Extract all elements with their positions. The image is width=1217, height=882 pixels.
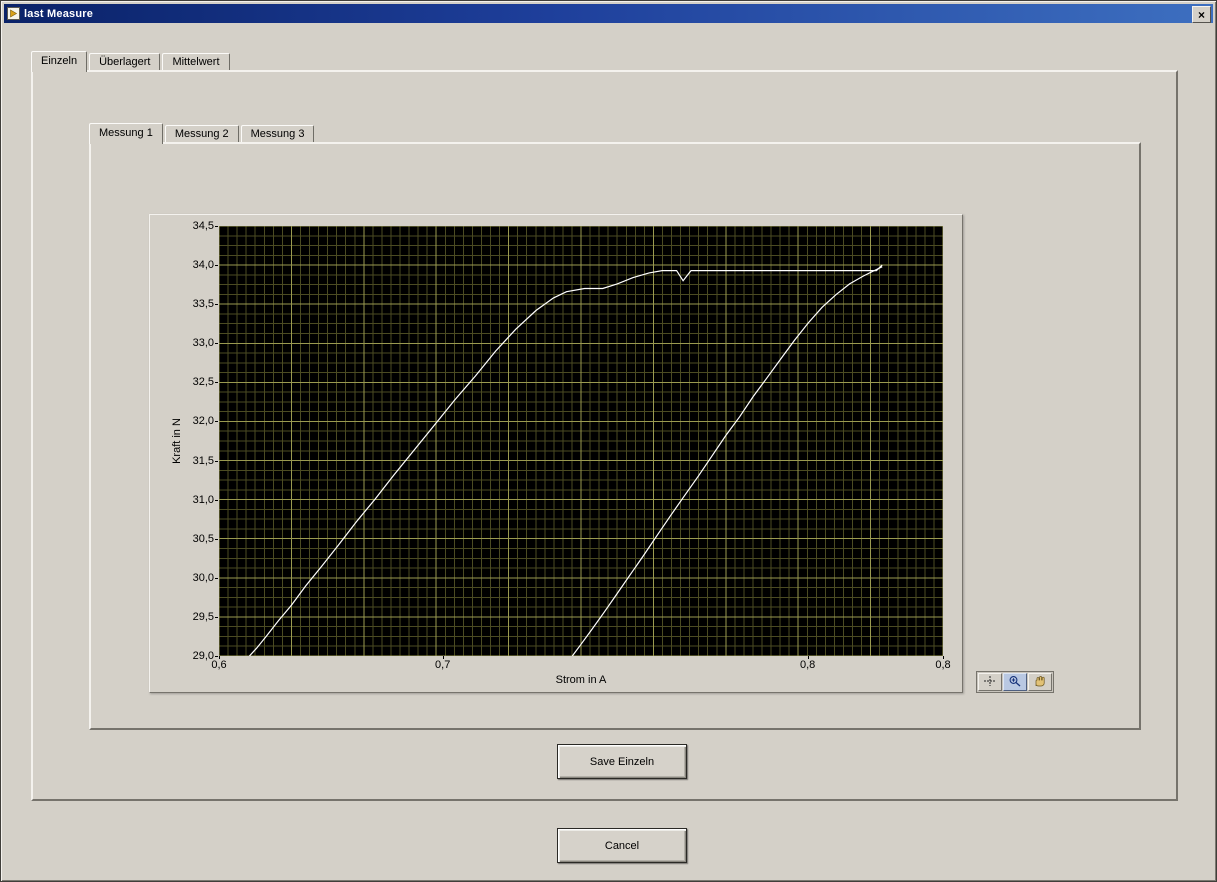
y-tick-label: 33,5 (192, 298, 214, 311)
x-tick-label: 0,8 (799, 659, 816, 671)
close-icon: × (1197, 7, 1205, 22)
y-tick-mark (215, 577, 218, 579)
cancel-button[interactable]: Cancel (557, 828, 687, 863)
cursor-tool-button[interactable] (978, 673, 1002, 691)
y-tick-label: 31,0 (192, 493, 214, 506)
x-tick-mark (807, 656, 809, 659)
y-tick-label: 30,5 (192, 532, 214, 545)
x-tick-mark (442, 656, 444, 659)
x-tick-label: 0,7 (435, 659, 451, 671)
y-tick-mark (215, 499, 218, 501)
inner-tab-strip: Messung 1 Messung 2 Messung 3 (89, 123, 316, 144)
y-tick-label: 31,5 (192, 454, 214, 467)
y-tick-mark (215, 538, 218, 540)
y-tick-mark (215, 616, 218, 618)
tab-überlagert[interactable]: Überlagert (89, 53, 161, 70)
zoom-tool-button[interactable] (1003, 673, 1027, 691)
y-tick-label: 32,5 (192, 376, 214, 389)
y-tick-label: 34,0 (192, 259, 214, 272)
close-button[interactable]: × (1192, 6, 1211, 23)
tab-einzeln[interactable]: Einzeln (31, 51, 88, 72)
window-title: last Measure (24, 7, 94, 20)
x-tick-label: 0,8 (935, 659, 951, 671)
cancel-button-label: Cancel (604, 839, 640, 852)
pan-tool-button[interactable] (1028, 673, 1052, 691)
tab-messung-3[interactable]: Messung 3 (240, 125, 315, 142)
save-button-label: Save Einzeln (589, 755, 655, 768)
cursor-tool-icon (982, 675, 998, 690)
window: last Measure × Einzeln Überlagert Mittelwe… (0, 0, 1217, 882)
plot-area[interactable] (219, 226, 943, 656)
y-tick-mark (215, 421, 218, 423)
y-tick-label: 32,0 (192, 415, 214, 428)
y-tick-mark (215, 656, 218, 657)
y-tick-label: 29,5 (192, 610, 214, 623)
x-tick-label: 0,6 (211, 659, 227, 671)
tab-mittelwert[interactable]: Mittelwert (162, 53, 230, 70)
y-tick-mark (215, 304, 218, 306)
y-tick-mark (215, 226, 218, 227)
y-tick-mark (215, 460, 218, 462)
app-icon (7, 7, 20, 20)
graph-palette (976, 671, 1054, 693)
xy-graph: Kraft in N Strom in A 34,5 34,0 33,5 33,0 32… (149, 214, 963, 693)
titlebar[interactable]: last Measure × (4, 4, 1213, 23)
y-tick-mark (215, 382, 218, 384)
x-tick-mark (219, 656, 220, 659)
save-button[interactable]: Save Einzeln (557, 744, 687, 779)
x-tick-mark (943, 656, 944, 659)
outer-tab-strip: Einzeln Überlagert Mittelwert (31, 51, 232, 72)
tab-messung-2[interactable]: Messung 2 (164, 125, 239, 142)
tab-messung-1[interactable]: Messung 1 (89, 123, 163, 144)
zoom-tool-icon (1007, 675, 1023, 690)
pan-tool-icon (1032, 675, 1048, 690)
y-tick-label: 30,0 (192, 571, 214, 584)
y-tick-label: 33,0 (192, 337, 214, 350)
y-tick-mark (215, 265, 218, 267)
y-tick-label: 34,5 (192, 220, 214, 232)
x-axis-label: Strom in A (555, 674, 607, 686)
y-tick-mark (215, 343, 218, 345)
